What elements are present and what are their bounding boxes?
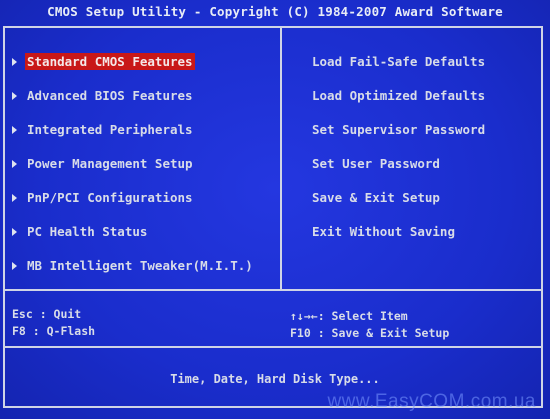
menu-item-mb-intelligent-tweaker[interactable]: MB Intelligent Tweaker(M.I.T.) (10, 257, 255, 291)
menu-item-label: Power Management Setup (27, 156, 193, 171)
menu-item-label: Save & Exit Setup (312, 190, 440, 205)
right-menu: Load Fail-Safe Defaults Load Optimized D… (312, 53, 485, 257)
screen-title: CMOS Setup Utility - Copyright (C) 1984-… (47, 4, 503, 19)
menu-item-exit-without-saving[interactable]: Exit Without Saving (312, 223, 485, 257)
arrow-right-icon (12, 228, 17, 236)
menu-item-label: Load Optimized Defaults (312, 88, 486, 103)
menu-item-label: Standard CMOS Features (25, 53, 195, 70)
status-description: Time, Date, Hard Disk Type... (170, 372, 380, 386)
arrow-right-icon (12, 160, 17, 168)
bios-screen: CMOS Setup Utility - Copyright (C) 1984-… (0, 0, 550, 419)
menu-item-label: Advanced BIOS Features (27, 88, 193, 103)
arrow-right-icon (12, 262, 17, 270)
menu-item-standard-cmos-features[interactable]: Standard CMOS Features (10, 53, 255, 87)
menu-item-label: Exit Without Saving (312, 224, 455, 239)
help-divider-bottom (3, 346, 543, 348)
menu-item-label: MB Intelligent Tweaker(M.I.T.) (27, 258, 253, 273)
menu-item-label: PC Health Status (27, 224, 148, 239)
menu-item-save-exit-setup[interactable]: Save & Exit Setup (312, 189, 485, 223)
menu-item-pnp-pci-configurations[interactable]: PnP/PCI Configurations (10, 189, 255, 223)
menu-item-set-supervisor-password[interactable]: Set Supervisor Password (312, 121, 485, 155)
arrow-right-icon (12, 58, 17, 66)
menu-item-power-management-setup[interactable]: Power Management Setup (10, 155, 255, 189)
help-f8-qflash: F8 : Q-Flash (12, 324, 96, 338)
menu-item-label: Load Fail-Safe Defaults (312, 54, 486, 69)
arrow-right-icon (12, 92, 17, 100)
menu-item-label: PnP/PCI Configurations (27, 190, 193, 205)
menu-item-pc-health-status[interactable]: PC Health Status (10, 223, 255, 257)
watermark: www.EasyCOM.com.ua (327, 391, 536, 412)
menu-item-integrated-peripherals[interactable]: Integrated Peripherals (10, 121, 255, 155)
menu-item-advanced-bios-features[interactable]: Advanced BIOS Features (10, 87, 255, 121)
arrow-right-icon (12, 194, 17, 202)
column-divider (280, 26, 282, 290)
menu-item-set-user-password[interactable]: Set User Password (312, 155, 485, 189)
help-keys-left: Esc : Quit F8 : Q-Flash (12, 307, 95, 341)
help-f10-save-exit: F10 : Save & Exit Setup (290, 326, 450, 340)
menu-item-label: Integrated Peripherals (27, 122, 193, 137)
arrow-right-icon (12, 126, 17, 134)
menu-item-load-optimized-defaults[interactable]: Load Optimized Defaults (312, 87, 485, 121)
left-menu: Standard CMOS Features Advanced BIOS Fea… (10, 53, 255, 291)
menu-item-label: Set User Password (312, 156, 440, 171)
help-select-item: ↑↓→←: Select Item (290, 309, 408, 323)
menu-item-label: Set Supervisor Password (312, 122, 486, 137)
help-esc-quit: Esc : Quit (12, 307, 82, 321)
help-keys-right: ↑↓→←: Select Item F10 : Save & Exit Setu… (290, 309, 449, 343)
menu-item-load-fail-safe-defaults[interactable]: Load Fail-Safe Defaults (312, 53, 485, 87)
